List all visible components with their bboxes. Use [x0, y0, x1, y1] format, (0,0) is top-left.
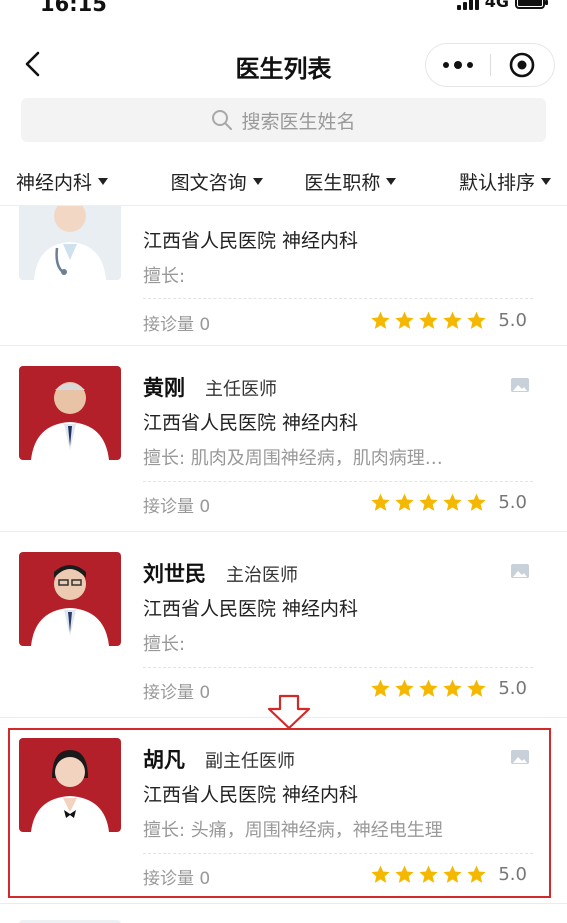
doctor-card[interactable]: 江西省人民医院 神经内科 擅长: 接诊量 0 5.0: [0, 206, 567, 346]
signal-icon: [456, 0, 479, 10]
rating-value: 5.0: [498, 492, 527, 513]
star-icon: [443, 311, 462, 329]
search-placeholder: 搜索医生姓名: [241, 110, 356, 133]
star-icon: [395, 679, 414, 697]
doctor-photo: [19, 738, 121, 832]
doctor-title: 副主任医师: [205, 751, 295, 772]
visit-count: 接诊量 0: [143, 315, 211, 335]
rating-value: 5.0: [498, 678, 527, 699]
star-rating-icons: [370, 678, 487, 699]
doctor-name: 刘世民: [143, 562, 206, 586]
star-icon: [371, 679, 390, 697]
filter-label: 神经内科: [16, 172, 93, 194]
star-rating-icons: [370, 310, 487, 331]
star-icon: [467, 493, 486, 511]
caret-down-icon: [252, 178, 263, 185]
doctor-hospital: 江西省人民医院 神经内科: [143, 598, 359, 620]
doctor-specialty: 擅长:: [143, 634, 186, 655]
star-icon: [395, 865, 414, 883]
star-rating-icons: [370, 864, 487, 885]
visit-count: 接诊量 0: [143, 683, 211, 703]
filter-bar: 神经内科 图文咨询 医生职称 默认排序: [0, 158, 567, 206]
doctor-specialty: 擅长:: [143, 266, 186, 287]
caret-down-icon: [386, 178, 397, 185]
more-button[interactable]: [426, 44, 490, 86]
visit-count: 接诊量 0: [143, 497, 211, 517]
close-button[interactable]: [491, 44, 555, 86]
doctor-rating: 5.0: [370, 310, 527, 331]
status-indicators: 4G: [456, 0, 548, 11]
doctor-hospital: 江西省人民医院 神经内科: [143, 230, 359, 252]
doctor-title: 主治医师: [226, 565, 298, 586]
doctor-rating: 5.0: [370, 864, 527, 885]
doctor-name: 胡凡: [143, 748, 185, 772]
doctor-rating: 5.0: [370, 678, 527, 699]
more-dots-icon: [442, 61, 473, 69]
card-divider: [143, 667, 533, 668]
star-icon: [419, 679, 438, 697]
visit-count: 接诊量 0: [143, 869, 211, 889]
star-icon: [419, 865, 438, 883]
star-icon: [443, 493, 462, 511]
doctor-list-page: 16:15 4G 医生列表 搜索医生姓名 神经内科 图文咨询 医生职称 默认排序…: [0, 0, 567, 923]
search-input[interactable]: 搜索医生姓名: [21, 98, 546, 142]
star-icon: [419, 493, 438, 511]
status-time: 16:15: [40, 0, 107, 16]
card-divider: [143, 853, 533, 854]
nav-bar: 医生列表: [0, 35, 567, 95]
doctor-rating: 5.0: [370, 492, 527, 513]
image-icon: [511, 378, 529, 392]
star-icon: [419, 311, 438, 329]
doctor-name-row: 胡凡 副主任医师: [143, 744, 295, 774]
rating-value: 5.0: [498, 864, 527, 885]
filter-label: 图文咨询: [170, 172, 247, 194]
search-icon: [212, 110, 233, 130]
star-icon: [443, 865, 462, 883]
doctor-card[interactable]: 刘世民 主治医师 江西省人民医院 神经内科 擅长: 接诊量 0 5.0: [0, 532, 567, 718]
doctor-hospital: 江西省人民医院 神经内科: [143, 784, 359, 806]
doctor-card[interactable]: 胡凡 副主任医师 江西省人民医院 神经内科 擅长: 头痛，周围神经病，神经电生理…: [0, 718, 567, 904]
doctor-list: 江西省人民医院 神经内科 擅长: 接诊量 0 5.0 黄刚 主任医师 江西省人民…: [0, 206, 567, 923]
star-icon: [371, 865, 390, 883]
annotation-down-arrow-icon: [267, 694, 311, 730]
star-icon: [467, 865, 486, 883]
doctor-specialty: 擅长: 头痛，周围神经病，神经电生理: [143, 820, 443, 841]
filter-department[interactable]: 神经内科: [0, 168, 150, 195]
doctor-name-row: 黄刚 主任医师: [143, 372, 277, 402]
image-icon: [511, 750, 529, 764]
caret-down-icon: [541, 178, 551, 185]
mini-program-capsule: [425, 43, 555, 87]
star-icon: [467, 679, 486, 697]
doctor-avatar-placeholder: [19, 206, 121, 280]
network-type: 4G: [484, 0, 509, 11]
filter-doctor-title[interactable]: 医生职称: [284, 168, 418, 195]
filter-sort[interactable]: 默认排序: [417, 168, 567, 195]
doctor-hospital: 江西省人民医院 神经内科: [143, 412, 359, 434]
star-icon: [395, 493, 414, 511]
star-rating-icons: [370, 492, 487, 513]
doctor-card[interactable]: 黄刚 主任医师 江西省人民医院 神经内科 擅长: 肌肉及周围神经病，肌肉病理… …: [0, 346, 567, 532]
filter-consult-type[interactable]: 图文咨询: [150, 168, 284, 195]
battery-icon: [515, 0, 548, 9]
filter-label: 医生职称: [304, 172, 381, 194]
caret-down-icon: [98, 178, 109, 185]
doctor-photo: [19, 366, 121, 460]
doctor-photo: [19, 552, 121, 646]
star-icon: [443, 679, 462, 697]
rating-value: 5.0: [498, 310, 527, 331]
status-bar: 16:15 4G: [0, 0, 567, 18]
doctor-title: 主任医师: [205, 379, 277, 400]
target-circle-icon: [509, 52, 535, 78]
star-icon: [371, 493, 390, 511]
star-icon: [371, 311, 390, 329]
filter-label: 默认排序: [458, 172, 535, 194]
doctor-name-row: 刘世民 主治医师: [143, 558, 298, 588]
star-icon: [467, 311, 486, 329]
star-icon: [395, 311, 414, 329]
image-icon: [511, 564, 529, 578]
card-divider: [143, 481, 533, 482]
doctor-name: 黄刚: [143, 376, 185, 400]
card-divider: [143, 298, 533, 299]
doctor-specialty: 擅长: 肌肉及周围神经病，肌肉病理…: [143, 448, 443, 469]
